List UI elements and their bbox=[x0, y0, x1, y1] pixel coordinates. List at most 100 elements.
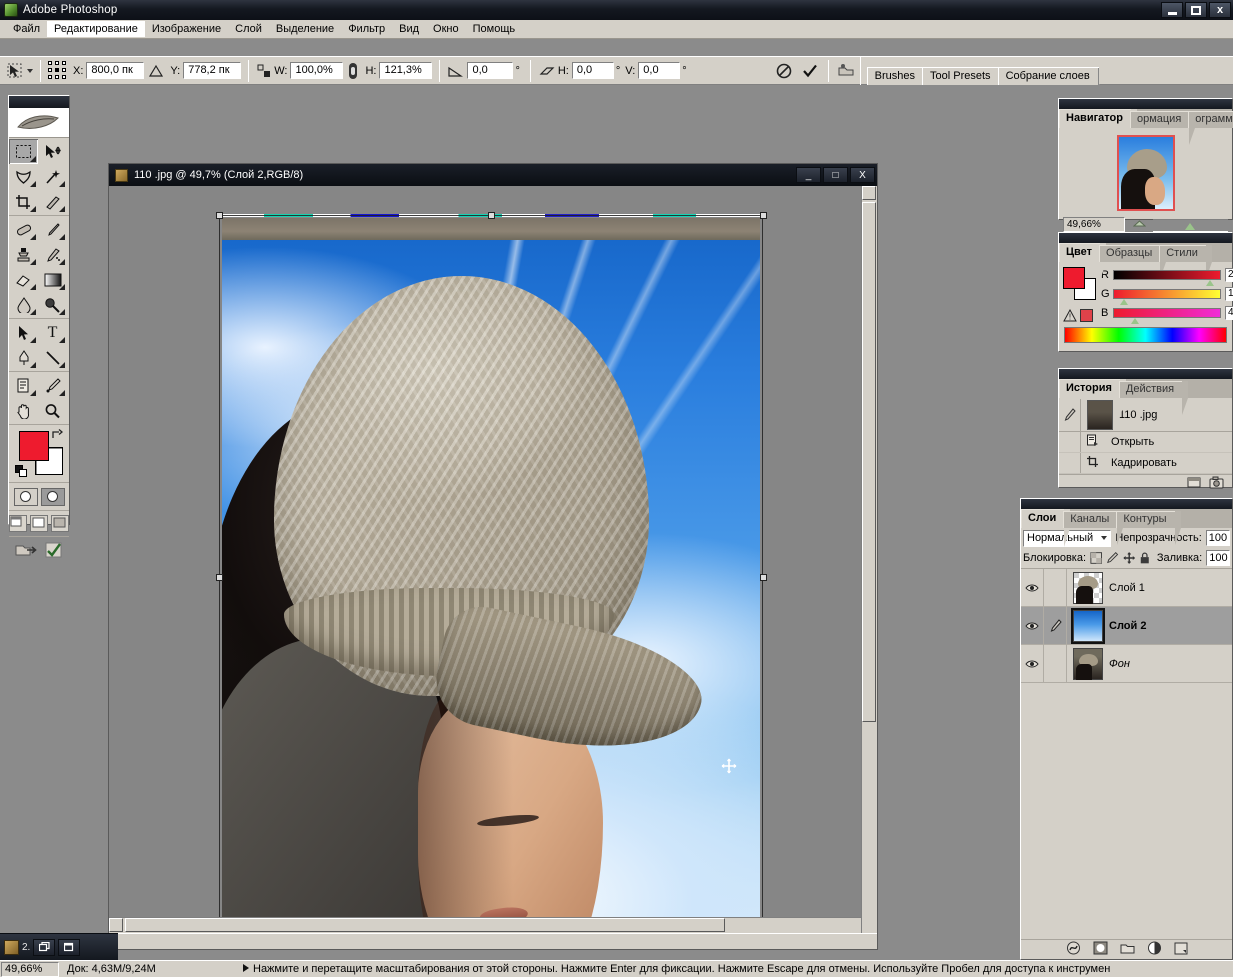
tool-magic-wand[interactable] bbox=[38, 164, 67, 189]
opacity-input[interactable]: 100 bbox=[1205, 530, 1230, 546]
layer-link-toggle[interactable] bbox=[1044, 645, 1067, 682]
toolbox-drag-handle[interactable] bbox=[9, 96, 69, 108]
color-spectrum-ramp[interactable] bbox=[1064, 327, 1227, 343]
history-drag-handle[interactable] bbox=[1059, 369, 1232, 379]
layer-name[interactable]: Слой 2 bbox=[1109, 620, 1146, 632]
menu-image[interactable]: Изображение bbox=[145, 21, 228, 37]
layer-visibility-toggle[interactable] bbox=[1021, 607, 1044, 644]
tool-pen[interactable] bbox=[9, 345, 38, 370]
menu-window[interactable]: Окно bbox=[426, 21, 466, 37]
document-close-button[interactable]: X bbox=[850, 167, 875, 183]
cancel-transform-button[interactable] bbox=[774, 61, 794, 81]
fill-input[interactable]: 100 bbox=[1206, 550, 1230, 566]
history-state-crop[interactable]: Кадрировать bbox=[1059, 453, 1232, 474]
swap-colors-icon[interactable] bbox=[50, 428, 64, 444]
width-input[interactable]: 100,0% bbox=[290, 62, 344, 79]
layer-name[interactable]: Слой 1 bbox=[1109, 582, 1145, 594]
layer-row-sloy-1[interactable]: Слой 1 bbox=[1021, 569, 1232, 607]
edit-in-imageready-button[interactable] bbox=[44, 541, 64, 562]
link-icon[interactable] bbox=[346, 62, 360, 80]
out-of-gamut-warning-icon[interactable]: ! bbox=[1063, 309, 1077, 322]
channel-slider-b[interactable] bbox=[1113, 308, 1221, 324]
new-document-from-state-button[interactable] bbox=[1187, 476, 1201, 492]
height-input[interactable]: 121,3% bbox=[379, 62, 433, 79]
tab-channels[interactable]: Каналы bbox=[1063, 511, 1124, 545]
document-vertical-scrollbar[interactable] bbox=[861, 186, 877, 933]
standard-mode-button[interactable] bbox=[13, 487, 38, 506]
color-palette-drag-handle[interactable] bbox=[1059, 233, 1232, 243]
skew-v-input[interactable]: 0,0 bbox=[638, 62, 681, 79]
document-taskbar-icon[interactable] bbox=[4, 939, 19, 955]
lock-all-icon[interactable] bbox=[1139, 551, 1151, 565]
foreground-color-swatch[interactable] bbox=[1063, 267, 1085, 289]
tab-info[interactable]: ормация bbox=[1129, 111, 1196, 145]
rotate-input[interactable]: 0,0 bbox=[467, 62, 514, 79]
transform-handle-top-center[interactable] bbox=[488, 212, 495, 219]
transform-handle-middle-left[interactable] bbox=[216, 574, 223, 581]
lock-position-icon[interactable] bbox=[1123, 551, 1135, 565]
menu-view[interactable]: Вид bbox=[392, 21, 426, 37]
tab-histogram[interactable]: ограмма bbox=[1188, 111, 1233, 128]
tool-brush[interactable] bbox=[38, 217, 67, 242]
new-group-button[interactable] bbox=[1120, 942, 1135, 958]
menu-filter[interactable]: Фильтр bbox=[341, 21, 392, 37]
tab-navigator[interactable]: Навигатор bbox=[1059, 109, 1137, 147]
navigator-zoom-input[interactable]: 49,66% bbox=[1063, 217, 1125, 232]
palette-well-tab-tool-presets[interactable]: Tool Presets bbox=[922, 67, 1007, 85]
close-button[interactable]: x bbox=[1209, 2, 1231, 18]
tool-blur[interactable] bbox=[9, 292, 38, 317]
channel-value-r[interactable]: 25 bbox=[1225, 268, 1233, 282]
tool-crop[interactable] bbox=[9, 189, 38, 214]
y-input[interactable]: 778,2 пк bbox=[183, 62, 242, 79]
navigator-zoom-slider[interactable] bbox=[1153, 219, 1228, 232]
layer-row-background[interactable]: Фон bbox=[1021, 645, 1232, 683]
tool-gradient[interactable] bbox=[38, 267, 67, 292]
palette-well-tab-brushes[interactable]: Brushes bbox=[866, 67, 932, 85]
restore-window-button[interactable] bbox=[33, 938, 56, 956]
tool-preset-picker[interactable] bbox=[6, 62, 33, 80]
lock-transparency-icon[interactable] bbox=[1090, 551, 1103, 565]
channel-value-g[interactable]: 1 bbox=[1225, 287, 1233, 301]
skew-h-input[interactable]: 0,0 bbox=[571, 62, 614, 79]
tool-rectangular-marquee[interactable] bbox=[9, 139, 38, 164]
history-state-open[interactable]: Открыть bbox=[1059, 432, 1232, 453]
tool-eraser[interactable] bbox=[9, 267, 38, 292]
transform-bounding-box[interactable] bbox=[219, 215, 763, 939]
layers-drag-handle[interactable] bbox=[1021, 499, 1232, 509]
minimize-button[interactable] bbox=[1161, 2, 1183, 18]
menu-file[interactable]: Файл bbox=[6, 21, 47, 37]
transform-handle-top-right[interactable] bbox=[760, 212, 767, 219]
tool-path-selection[interactable] bbox=[9, 320, 38, 345]
minimize-window-button[interactable] bbox=[58, 938, 81, 956]
document-horizontal-scrollbar[interactable] bbox=[109, 917, 861, 933]
tool-zoom[interactable] bbox=[38, 398, 67, 423]
document-maximize-button[interactable]: □ bbox=[823, 167, 848, 183]
lock-pixels-icon[interactable] bbox=[1106, 551, 1119, 565]
tool-type[interactable]: T bbox=[38, 320, 67, 345]
tool-lasso[interactable] bbox=[9, 164, 38, 189]
transform-handle-top-left[interactable] bbox=[216, 212, 223, 219]
tool-healing-brush[interactable] bbox=[9, 217, 38, 242]
gamut-replacement-swatch[interactable] bbox=[1080, 309, 1093, 322]
tool-history-brush[interactable] bbox=[38, 242, 67, 267]
quick-mask-mode-button[interactable] bbox=[40, 487, 65, 506]
reference-point-locator[interactable] bbox=[48, 60, 68, 81]
default-colors-icon[interactable] bbox=[15, 465, 27, 477]
tool-slice[interactable] bbox=[38, 189, 67, 214]
layer-thumbnail[interactable] bbox=[1073, 571, 1103, 604]
tool-dodge[interactable] bbox=[38, 292, 67, 317]
x-input[interactable]: 800,0 пк bbox=[86, 62, 145, 79]
layer-visibility-toggle[interactable] bbox=[1021, 645, 1044, 682]
navigator-preview[interactable] bbox=[1063, 130, 1228, 216]
channel-value-b[interactable]: 4 bbox=[1225, 306, 1233, 320]
history-brush-source-toggle[interactable] bbox=[1059, 398, 1081, 431]
menu-layer[interactable]: Слой bbox=[228, 21, 269, 37]
layer-row-sloy-2[interactable]: Слой 2 bbox=[1021, 607, 1232, 645]
add-layer-mask-button[interactable] bbox=[1093, 941, 1108, 958]
layer-style-button[interactable] bbox=[1066, 941, 1081, 958]
menu-help[interactable]: Помощь bbox=[466, 21, 523, 37]
full-screen-button[interactable] bbox=[51, 515, 69, 532]
status-zoom-input[interactable]: 49,66% bbox=[1, 961, 59, 977]
toolbox-banner[interactable] bbox=[9, 108, 69, 138]
commit-transform-button[interactable] bbox=[800, 61, 820, 81]
